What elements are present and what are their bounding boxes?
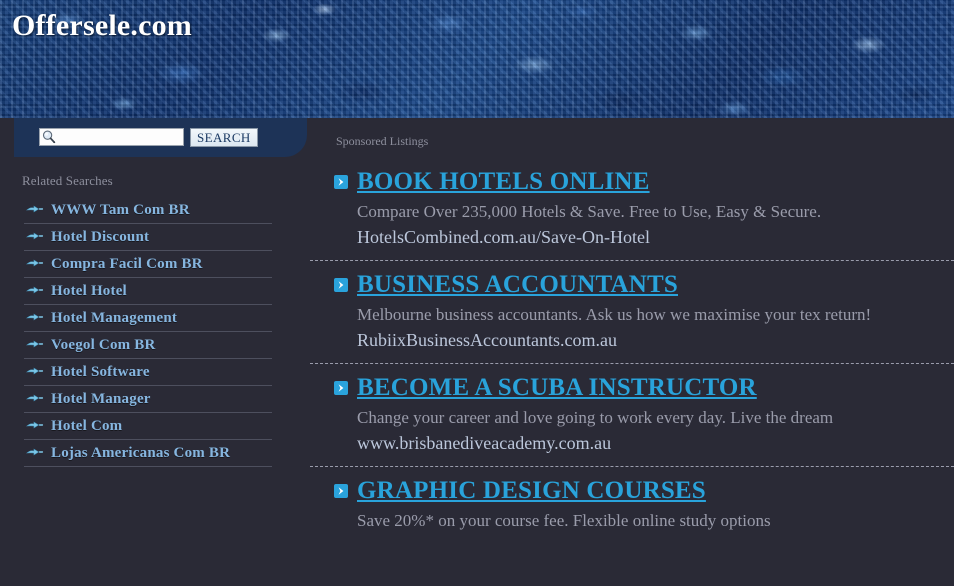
listing-description: Change your career and love going to wor…: [357, 408, 834, 427]
listing-item: BUSINESS ACCOUNTANTS Melbourne business …: [310, 261, 954, 364]
related-searches-list: WWW Tam Com BR Hotel Discount Compra Fac…: [24, 197, 272, 467]
listing-title[interactable]: BUSINESS ACCOUNTANTS: [357, 270, 678, 300]
sidebar-link[interactable]: Lojas Americanas Com BR: [51, 445, 230, 462]
list-item[interactable]: Hotel Software: [24, 359, 272, 386]
sidebar-link[interactable]: Hotel Software: [51, 364, 150, 381]
list-item[interactable]: Lojas Americanas Com BR: [24, 440, 272, 467]
listing-header: BOOK HOTELS ONLINE: [320, 167, 944, 197]
related-searches-heading: Related Searches: [22, 173, 113, 188]
listing-title[interactable]: GRAPHIC DESIGN COURSES: [357, 476, 706, 506]
listing-url[interactable]: RubiixBusinessAccountants.com.au: [357, 327, 944, 353]
chevron-right-icon: [334, 484, 348, 498]
chevron-right-icon: [334, 175, 348, 189]
search-form: SEARCH: [39, 128, 258, 147]
list-item[interactable]: Hotel Discount: [24, 224, 272, 251]
sidebar-link[interactable]: Compra Facil Com BR: [51, 256, 203, 273]
listing-url[interactable]: www.brisbanediveacademy.com.au: [357, 430, 944, 456]
sidebar-link[interactable]: Hotel Management: [51, 310, 177, 327]
search-panel: SEARCH: [14, 118, 307, 157]
listing-item: BECOME A SCUBA INSTRUCTOR Change your ca…: [310, 364, 954, 467]
sidebar-link[interactable]: Hotel Hotel: [51, 283, 127, 300]
sidebar-link[interactable]: Hotel Manager: [51, 391, 151, 408]
sidebar-link[interactable]: WWW Tam Com BR: [51, 202, 190, 219]
search-button[interactable]: SEARCH: [190, 128, 258, 147]
sidebar: Related Searches WWW Tam Com BR Hotel Di…: [0, 157, 310, 586]
listing-header: GRAPHIC DESIGN COURSES: [320, 476, 944, 506]
arrow-bullet-icon: [26, 232, 44, 240]
list-item[interactable]: Hotel Management: [24, 305, 272, 332]
listing-title[interactable]: BECOME A SCUBA INSTRUCTOR: [357, 373, 757, 403]
listing-header: BUSINESS ACCOUNTANTS: [320, 270, 944, 300]
main-content: Sponsored Listings BOOK HOTELS ONLINE Co…: [310, 118, 954, 586]
search-input-wrapper[interactable]: [39, 128, 184, 146]
list-item[interactable]: WWW Tam Com BR: [24, 197, 272, 224]
list-item[interactable]: Voegol Com BR: [24, 332, 272, 359]
sidebar-link[interactable]: Hotel Com: [51, 418, 122, 435]
site-header: Offersele.com: [0, 0, 954, 118]
sponsored-listings-label: Sponsored Listings: [336, 134, 429, 148]
list-item[interactable]: Compra Facil Com BR: [24, 251, 272, 278]
listing-item: BOOK HOTELS ONLINE Compare Over 235,000 …: [310, 158, 954, 261]
sidebar-link[interactable]: Voegol Com BR: [51, 337, 156, 354]
listing-url[interactable]: HotelsCombined.com.au/Save-On-Hotel: [357, 224, 944, 250]
arrow-bullet-icon: [26, 259, 44, 267]
magnifier-icon: [42, 130, 56, 144]
listing-description: Save 20%* on your course fee. Flexible o…: [357, 511, 771, 530]
chevron-right-icon: [334, 278, 348, 292]
sponsored-listings: BOOK HOTELS ONLINE Compare Over 235,000 …: [310, 158, 954, 543]
listing-description: Compare Over 235,000 Hotels & Save. Free…: [357, 202, 822, 221]
arrow-bullet-icon: [26, 394, 44, 402]
arrow-bullet-icon: [26, 313, 44, 321]
arrow-bullet-icon: [26, 340, 44, 348]
arrow-bullet-icon: [26, 205, 44, 213]
sidebar-link[interactable]: Hotel Discount: [51, 229, 149, 246]
site-logo: Offersele.com: [12, 9, 192, 42]
arrow-bullet-icon: [26, 286, 44, 294]
arrow-bullet-icon: [26, 448, 44, 456]
listing-title[interactable]: BOOK HOTELS ONLINE: [357, 167, 650, 197]
list-item[interactable]: Hotel Hotel: [24, 278, 272, 305]
listing-description: Melbourne business accountants. Ask us h…: [357, 305, 872, 324]
search-input[interactable]: [57, 130, 181, 144]
listing-header: BECOME A SCUBA INSTRUCTOR: [320, 373, 944, 403]
arrow-bullet-icon: [26, 421, 44, 429]
chevron-right-icon: [334, 381, 348, 395]
listing-item: GRAPHIC DESIGN COURSES Save 20%* on your…: [310, 467, 954, 543]
list-item[interactable]: Hotel Com: [24, 413, 272, 440]
arrow-bullet-icon: [26, 367, 44, 375]
list-item[interactable]: Hotel Manager: [24, 386, 272, 413]
